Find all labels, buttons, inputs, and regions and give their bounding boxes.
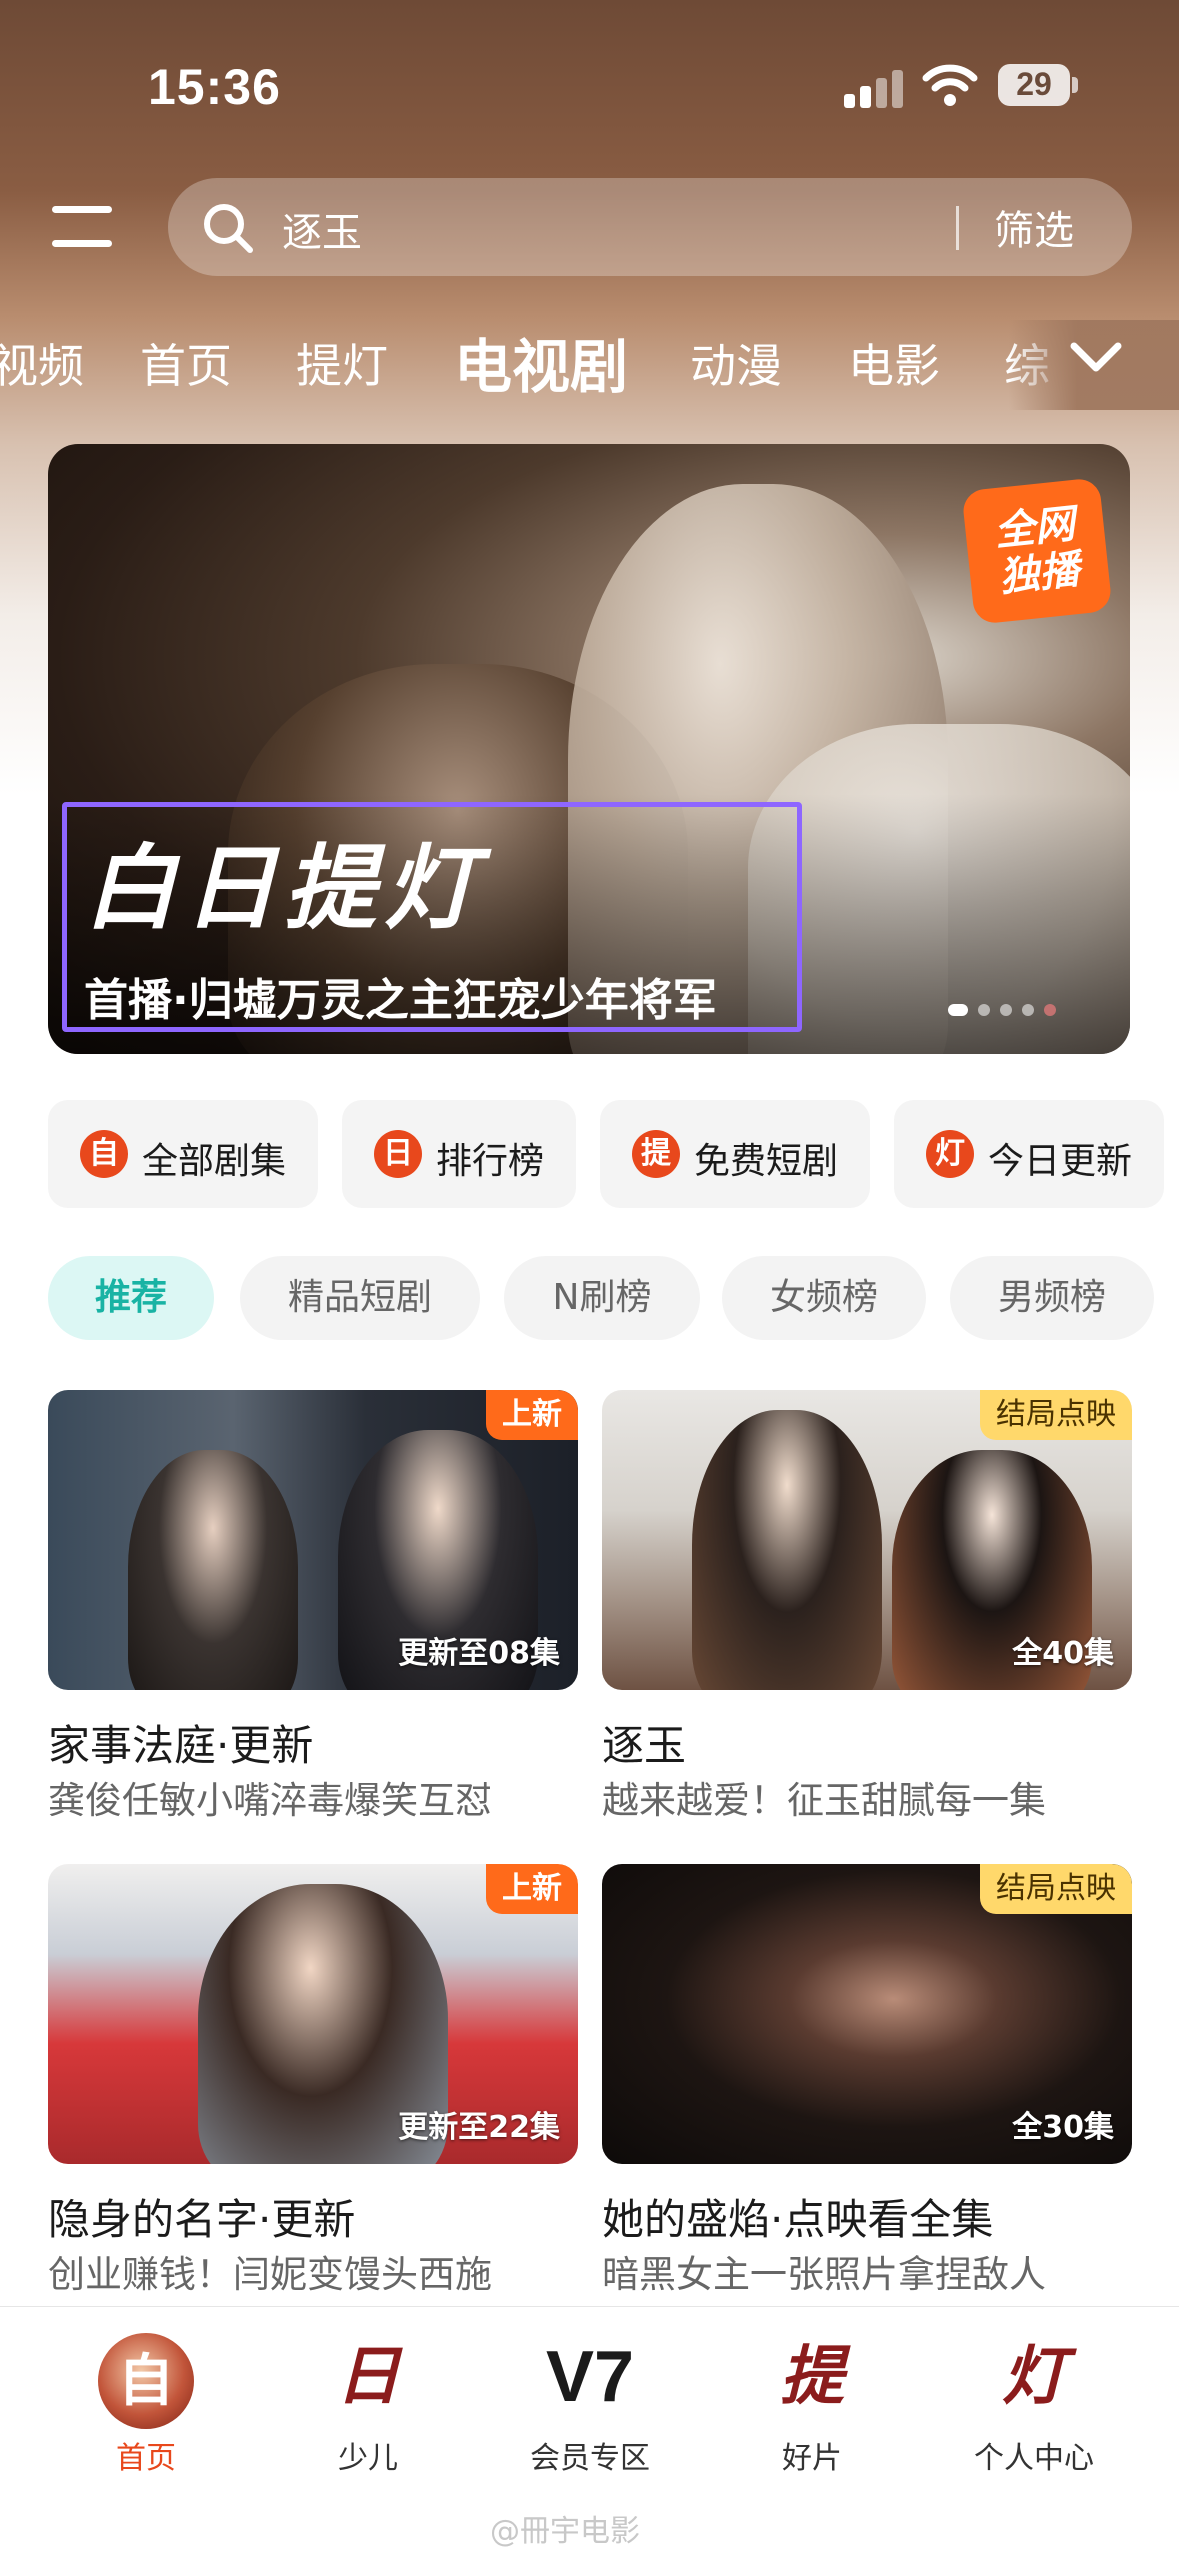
- tab-kids[interactable]: 日 少儿: [268, 2327, 468, 2477]
- card-title[interactable]: 隐身的名字·更新: [48, 2186, 355, 2247]
- new-badge: 上新: [486, 1864, 578, 1914]
- status-time: 15:36: [148, 59, 281, 115]
- new-badge: 上新: [486, 1390, 578, 1440]
- card-title[interactable]: 逐玉: [602, 1712, 686, 1773]
- wifi-icon: [922, 64, 978, 106]
- channel-tab-tideng[interactable]: 提灯: [296, 330, 388, 396]
- profile-icon: 灯: [1002, 2339, 1066, 2414]
- channel-tab-anime[interactable]: 动漫: [690, 330, 782, 396]
- banner-title-logo: 白日提灯: [84, 834, 485, 942]
- status-bar: 15:36 29: [0, 0, 1179, 170]
- free-short-drama-button[interactable]: 提 免费短剧: [600, 1100, 870, 1208]
- channel-tab-home[interactable]: 首页: [140, 330, 232, 396]
- search-input[interactable]: 逐玉: [282, 200, 362, 258]
- episode-count: 全30集: [1012, 2110, 1114, 2145]
- card-title[interactable]: 家事法庭·更新: [48, 1712, 313, 1773]
- hero-banner[interactable]: 全网 独播 白日提灯 首播·归墟万灵之主狂宠少年将军: [48, 444, 1130, 1054]
- episode-count: 全40集: [1012, 1636, 1114, 1671]
- chevron-down-icon[interactable]: [1066, 338, 1126, 378]
- exclusive-badge: 全网 独播: [961, 477, 1113, 625]
- episode-count: 更新至08集: [398, 1636, 560, 1671]
- battery-icon: 29: [998, 64, 1078, 106]
- menu-icon[interactable]: [52, 200, 116, 256]
- card-thumbnail[interactable]: 上新 更新至08集: [48, 1390, 578, 1690]
- tab-home[interactable]: 自 首页: [46, 2327, 246, 2477]
- watermark: @冊宇电影: [490, 2514, 640, 2549]
- chip-male-ranking[interactable]: 男频榜: [950, 1256, 1154, 1340]
- chip-premium-short[interactable]: 精品短剧: [240, 1256, 480, 1340]
- search-icon: [204, 204, 253, 253]
- ri-badge-icon: 日: [374, 1130, 422, 1178]
- tab-good-films[interactable]: 提 好片: [712, 2327, 912, 2477]
- tab-vip-zone[interactable]: V7 会员专区: [490, 2327, 690, 2477]
- zi-badge-icon: 自: [80, 1130, 128, 1178]
- chip-female-ranking[interactable]: 女频榜: [722, 1256, 926, 1340]
- card-description: 暗黑女主一张照片拿捏敌人: [602, 2253, 1046, 2296]
- search-divider: [956, 206, 959, 250]
- all-series-button[interactable]: 自 全部剧集: [48, 1100, 318, 1208]
- card-thumbnail[interactable]: 结局点映 全30集: [602, 1864, 1132, 2164]
- card-description: 越来越爱！征玉甜腻每一集: [602, 1779, 1046, 1822]
- good-films-icon: 提: [780, 2339, 844, 2414]
- chip-recommend[interactable]: 推荐: [48, 1256, 214, 1340]
- channel-tab-movie[interactable]: 电影: [848, 330, 940, 396]
- cellular-signal-icon: [844, 68, 906, 108]
- card-description: 龚俊任敏小嘴淬毒爆笑互怼: [48, 1779, 492, 1822]
- search-bar[interactable]: 逐玉 筛选: [168, 178, 1132, 276]
- kids-icon: 日: [336, 2339, 400, 2414]
- banner-pagination[interactable]: [948, 1000, 1108, 1020]
- episode-count: 更新至22集: [398, 2110, 560, 2145]
- today-update-button[interactable]: 灯 今日更新: [894, 1100, 1164, 1208]
- tab-profile[interactable]: 灯 个人中心: [934, 2327, 1134, 2477]
- ranking-button[interactable]: 日 排行榜: [342, 1100, 576, 1208]
- filter-button[interactable]: 筛选: [994, 198, 1074, 256]
- finale-preview-badge: 结局点映: [980, 1390, 1132, 1440]
- chip-rewatch-ranking[interactable]: N刷榜: [504, 1256, 700, 1340]
- deng-badge-icon: 灯: [926, 1130, 974, 1178]
- finale-preview-badge: 结局点映: [980, 1864, 1132, 1914]
- channel-tabs: 视频 首页 提灯 电视剧 动漫 电影 综: [0, 320, 1179, 410]
- vip-icon: V7: [545, 2337, 635, 2417]
- ti-badge-icon: 提: [632, 1130, 680, 1178]
- channel-tab-video[interactable]: 视频: [0, 330, 84, 396]
- quick-entries: 自 全部剧集 日 排行榜 提 免费短剧 灯 今日更新: [48, 1100, 1179, 1210]
- card-thumbnail[interactable]: 上新 更新至22集: [48, 1864, 578, 2164]
- card-description: 创业赚钱！闫妮变馒头西施: [48, 2253, 492, 2296]
- home-icon: 自: [98, 2333, 194, 2429]
- banner-subtitle: 首播·归墟万灵之主狂宠少年将军: [84, 975, 717, 1026]
- card-thumbnail[interactable]: 结局点映 全40集: [602, 1390, 1132, 1690]
- filter-chips: 推荐 精品短剧 N刷榜 女频榜 男频榜: [48, 1256, 1179, 1342]
- battery-level: 29: [1016, 66, 1052, 102]
- card-title[interactable]: 她的盛焰·点映看全集: [602, 2186, 993, 2247]
- channel-tab-tv-series[interactable]: 电视剧: [454, 320, 628, 404]
